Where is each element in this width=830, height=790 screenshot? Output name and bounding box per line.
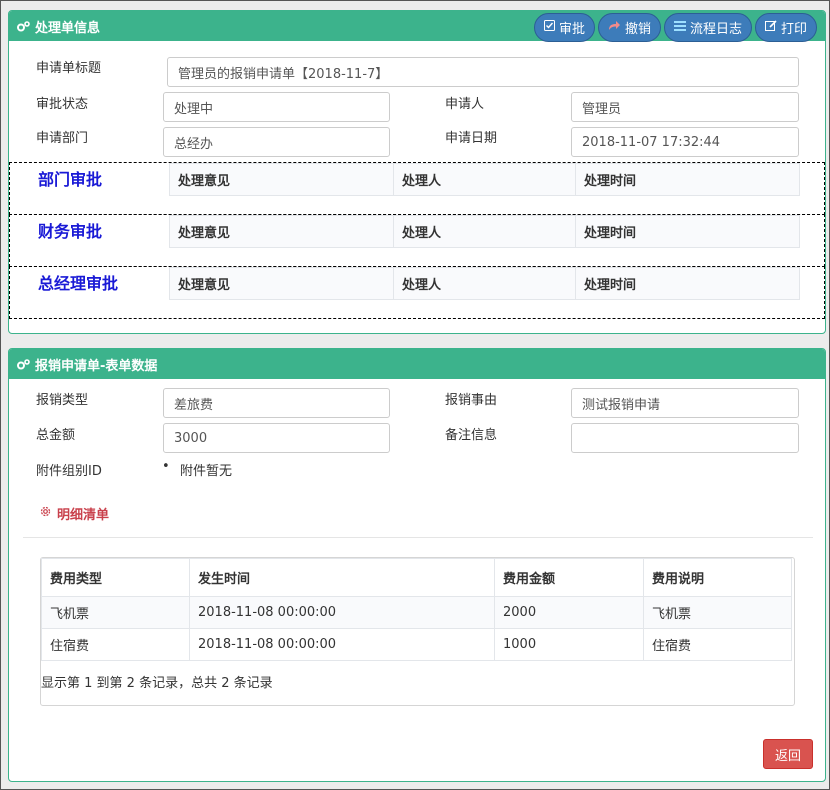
attach-label: 附件组别ID [36, 464, 102, 479]
type-label: 报销类型 [36, 393, 89, 408]
status-field[interactable]: 处理中 [163, 92, 390, 122]
dept-approval-section: 部门审批 处理意见 处理人 处理时间 [9, 162, 825, 215]
print-label: 打印 [780, 22, 807, 37]
col-opinion: 处理意见 [170, 268, 394, 299]
col-time: 处理时间 [584, 278, 637, 293]
title-label: 申请单标题 [36, 61, 102, 76]
cell-type: 住宿费 [41, 628, 190, 661]
note-label: 备注信息 [445, 428, 498, 443]
finance-approval-section: 财务审批 处理意见 处理人 处理时间 [9, 214, 825, 267]
approve-label: 审批 [558, 22, 585, 37]
form-data-header: 报销申请单-表单数据 [9, 349, 825, 379]
approval-title: 财务审批 [38, 222, 103, 241]
gears-icon [17, 358, 30, 370]
approve-button[interactable]: 审批 [533, 13, 595, 42]
date-label: 申请日期 [445, 131, 498, 146]
col-handler: 处理人 [394, 164, 576, 195]
cell-desc: 飞机票 [643, 596, 792, 629]
check-square-icon [543, 20, 555, 35]
flow-log-label: 流程日志 [689, 22, 742, 37]
gm-approval-section: 总经理审批 处理意见 处理人 处理时间 [9, 266, 825, 319]
panel-title: 报销申请单-表单数据 [35, 358, 158, 374]
gears-icon [17, 20, 30, 32]
cell-type: 飞机票 [41, 596, 190, 629]
form-data-panel: 报销申请单-表单数据 报销类型 差旅费 报销事由 测试报销申请 总金额 3000… [8, 348, 826, 782]
dept-label: 申请部门 [36, 131, 89, 146]
gear-icon [39, 505, 52, 522]
table-header-row: 费用类型 发生时间 费用金额 费用说明 [41, 558, 792, 597]
approval-table-header: 处理意见 处理人 处理时间 [169, 163, 800, 196]
detail-table: 费用类型 发生时间 费用金额 费用说明 飞机票 2018-11-08 00:00… [41, 558, 792, 661]
col-handler: 处理人 [394, 216, 576, 247]
attach-value: 附件暂无 [180, 464, 233, 479]
toolbar: 审批 撤销 流程日志 打印 [533, 13, 817, 42]
date-field[interactable]: 2018-11-07 17:32:44 [571, 127, 799, 157]
back-button[interactable]: 返回 [763, 739, 813, 769]
cell-amount: 1000 [494, 628, 644, 661]
title-field[interactable]: 管理员的报销申请单【2018-11-7】 [167, 57, 799, 87]
print-button[interactable]: 打印 [754, 13, 817, 42]
approval-title: 总经理审批 [38, 274, 119, 293]
th-expense-type[interactable]: 费用类型 [41, 558, 190, 597]
th-occur-time[interactable]: 发生时间 [189, 558, 495, 597]
reason-label: 报销事由 [445, 393, 498, 408]
reason-field[interactable]: 测试报销申请 [571, 388, 799, 418]
share-arrow-icon [608, 20, 621, 35]
process-info-header: 处理单信息 审批 撤销 流程日志 打印 [9, 11, 825, 42]
col-handler: 处理人 [394, 268, 576, 299]
list-icon [673, 20, 686, 35]
edit-icon [764, 20, 777, 35]
pagination-info: 显示第 1 到第 2 条记录，总共 2 条记录 [41, 676, 273, 691]
applicant-field[interactable]: 管理员 [571, 92, 799, 122]
amount-label: 总金额 [36, 428, 76, 443]
cell-time: 2018-11-08 00:00:00 [189, 596, 495, 629]
cell-desc: 住宿费 [643, 628, 792, 661]
amount-field[interactable]: 3000 [163, 423, 390, 453]
detail-list-title: 明细清单 [39, 504, 109, 523]
approval-title: 部门审批 [38, 170, 103, 189]
note-field[interactable] [571, 423, 799, 453]
table-row[interactable]: 飞机票 2018-11-08 00:00:00 2000 飞机票 [41, 596, 792, 629]
col-time: 处理时间 [584, 226, 637, 241]
type-field[interactable]: 差旅费 [163, 388, 390, 418]
revoke-label: 撤销 [624, 22, 651, 37]
applicant-label: 申请人 [445, 97, 485, 112]
flow-log-button[interactable]: 流程日志 [663, 13, 752, 42]
panel-title: 处理单信息 [35, 20, 101, 36]
process-info-panel: 处理单信息 审批 撤销 流程日志 打印 申请单标题 管理员的报销申请单【2018… [8, 10, 826, 334]
attach-bullet: • [162, 459, 170, 474]
col-opinion: 处理意见 [170, 216, 394, 247]
divider [23, 537, 813, 538]
col-opinion: 处理意见 [170, 164, 394, 195]
cell-time: 2018-11-08 00:00:00 [189, 628, 495, 661]
col-time: 处理时间 [584, 174, 637, 189]
status-label: 审批状态 [36, 97, 89, 112]
revoke-button[interactable]: 撤销 [597, 13, 661, 42]
dept-field[interactable]: 总经办 [163, 127, 390, 157]
approval-table-header: 处理意见 处理人 处理时间 [169, 215, 800, 248]
table-row[interactable]: 住宿费 2018-11-08 00:00:00 1000 住宿费 [41, 628, 792, 661]
th-amount[interactable]: 费用金额 [494, 558, 644, 597]
approval-table-header: 处理意见 处理人 处理时间 [169, 267, 800, 300]
cell-amount: 2000 [494, 596, 644, 629]
th-description[interactable]: 费用说明 [643, 558, 792, 597]
detail-title-text: 明细清单 [57, 508, 110, 523]
